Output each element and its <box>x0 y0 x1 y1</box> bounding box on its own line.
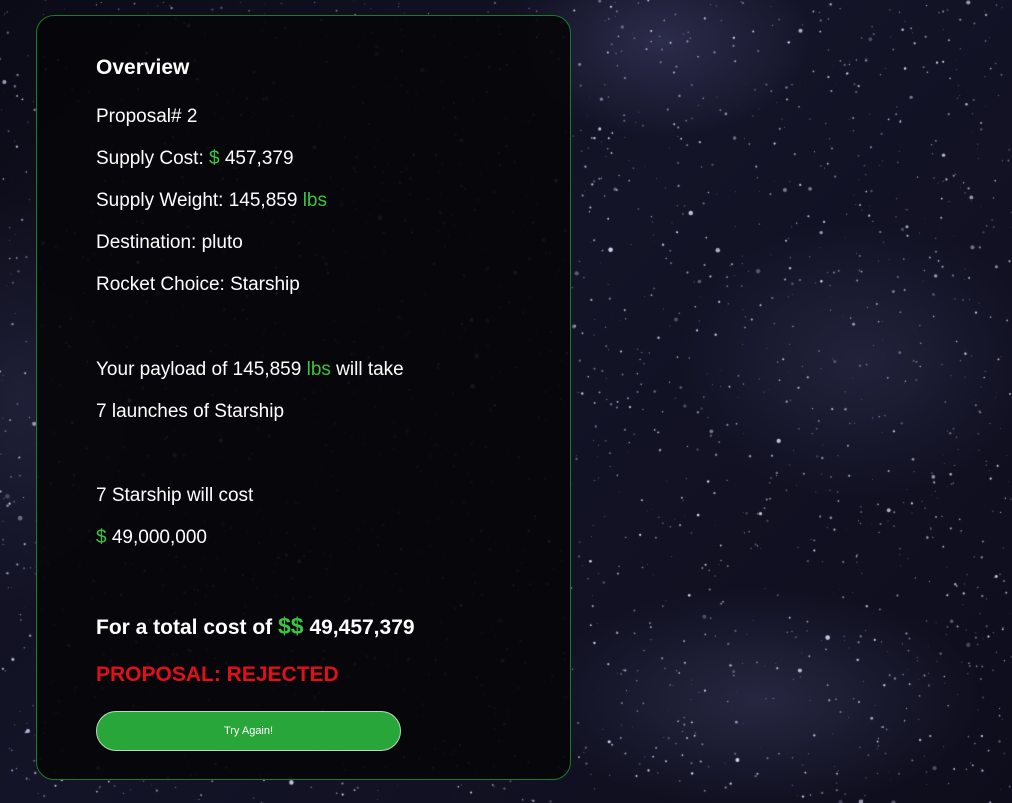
destination-line: Destination: pluto <box>96 232 243 253</box>
try-again-button[interactable]: Try Again! <box>96 711 401 751</box>
payload-suffix: will take <box>330 359 404 380</box>
supply-cost-value: 457,379 <box>219 148 294 169</box>
supply-cost-currency: $ <box>209 148 220 169</box>
total-cost-line: For a total cost of $$ 49,457,379 <box>96 613 415 640</box>
rocket-cost-currency: $ <box>96 527 107 548</box>
rocket-cost-line: 7 Starship will cost <box>96 485 254 506</box>
supply-cost-label: Supply Cost: <box>96 148 209 169</box>
total-cost-currency: $$ <box>278 613 304 639</box>
proposal-number: Proposal# 2 <box>96 106 198 127</box>
supply-weight-line: Supply Weight: 145,859 lbs <box>96 190 327 212</box>
overview-title: Overview <box>96 56 190 79</box>
supply-cost-line: Supply Cost: $ 457,379 <box>96 148 294 170</box>
rocket-cost-value-line: $ 49,000,000 <box>96 527 207 549</box>
total-cost-prefix: For a total cost of <box>96 616 279 639</box>
supply-weight-label: Supply Weight: 145,859 <box>96 190 303 211</box>
proposal-status: PROPOSAL: REJECTED <box>96 663 339 686</box>
payload-line: Your payload of 145,859 lbs will take <box>96 359 404 381</box>
payload-prefix: Your payload of 145,859 <box>96 359 307 380</box>
payload-unit: lbs <box>306 359 331 380</box>
launches-line: 7 launches of Starship <box>96 401 285 422</box>
supply-weight-unit: lbs <box>302 190 327 211</box>
rocket-cost-value: 49,000,000 <box>106 527 207 548</box>
proposal-overview-card: Overview Proposal# 2 Supply Cost: $ 457,… <box>36 15 571 780</box>
rocket-choice-line: Rocket Choice: Starship <box>96 274 300 295</box>
total-cost-value: 49,457,379 <box>303 616 415 639</box>
